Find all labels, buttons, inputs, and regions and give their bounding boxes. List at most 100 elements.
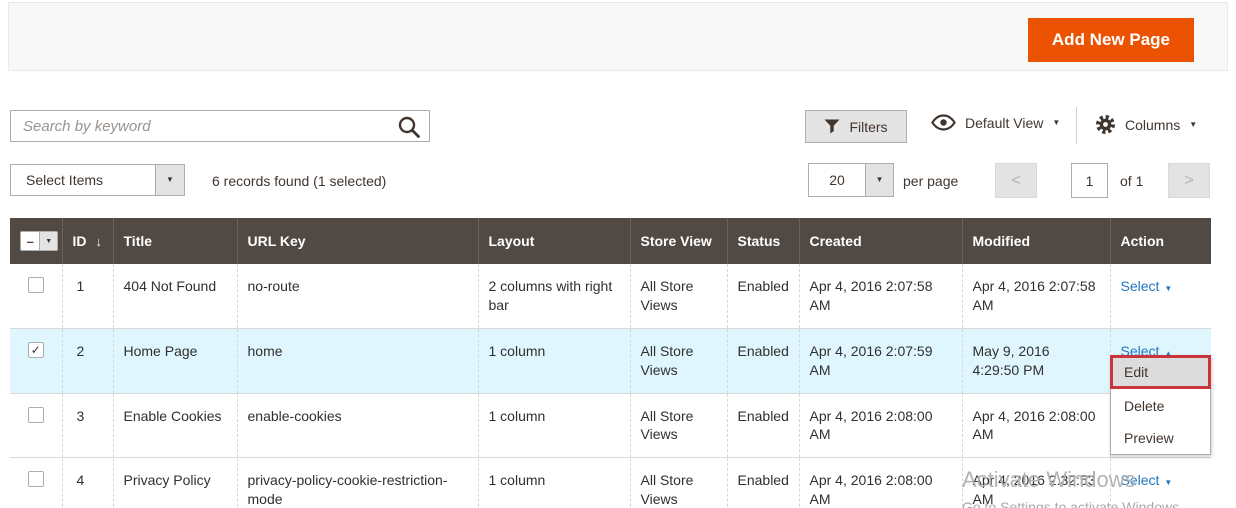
cell-layout: 1 column (478, 393, 630, 458)
add-new-page-button[interactable]: Add New Page (1028, 18, 1194, 62)
records-summary: 6 records found (1 selected) (212, 173, 386, 189)
cell-title: Home Page (113, 328, 237, 393)
column-header-modified[interactable]: Modified (962, 218, 1110, 264)
default-view-dropdown[interactable]: Default View ▼ (931, 114, 1060, 131)
chevron-down-icon: ▼ (1189, 121, 1197, 129)
column-header-created[interactable]: Created (799, 218, 962, 264)
filter-funnel-icon (824, 119, 840, 134)
menu-item-edit[interactable]: Edit (1110, 355, 1211, 389)
cell-id: 3 (62, 393, 113, 458)
cell-title: Privacy Policy (113, 458, 237, 508)
per-page-caret-button[interactable]: ▼ (865, 164, 893, 196)
row-action-select[interactable]: Select (1121, 472, 1160, 488)
per-page-label: per page (903, 173, 958, 189)
cms-pages-table: – ▼ ID↓ Title URL Key Layout Store View … (10, 218, 1211, 508)
cell-url-key: no-route (237, 264, 478, 328)
cell-action: Select ▼ (1110, 458, 1211, 508)
cell-modified: Apr 4, 2016 2:32:53 AM (962, 458, 1110, 508)
per-page-value: 20 (809, 164, 865, 196)
cell-id: 2 (62, 328, 113, 393)
filters-label: Filters (849, 119, 887, 135)
table-row: ✓ 4 Privacy Policy privacy-policy-cookie… (10, 458, 1211, 508)
toolbar-divider (1076, 107, 1077, 144)
cell-url-key: enable-cookies (237, 393, 478, 458)
keyword-search-box (10, 110, 430, 142)
menu-item-preview[interactable]: Preview (1111, 422, 1210, 454)
cell-created: Apr 4, 2016 2:07:59 AM (799, 328, 962, 393)
cell-url-key: home (237, 328, 478, 393)
column-header-status[interactable]: Status (727, 218, 799, 264)
columns-label: Columns (1125, 117, 1180, 133)
cell-layout: 2 columns with right bar (478, 264, 630, 328)
cell-status: Enabled (727, 328, 799, 393)
column-header-layout[interactable]: Layout (478, 218, 630, 264)
per-page-dropdown[interactable]: 20 ▼ (808, 163, 894, 197)
select-items-dropdown[interactable]: Select Items ▼ (10, 164, 185, 196)
chevron-right-icon: > (1184, 172, 1193, 190)
cell-id: 1 (62, 264, 113, 328)
current-page-input[interactable] (1071, 163, 1108, 198)
cell-store-view: All Store Views (630, 393, 727, 458)
columns-dropdown[interactable]: Columns ▼ (1095, 114, 1197, 135)
select-items-caret-button[interactable]: ▼ (155, 165, 184, 195)
eye-icon (931, 114, 956, 131)
cell-store-view: All Store Views (630, 328, 727, 393)
cell-created: Apr 4, 2016 2:07:58 AM (799, 264, 962, 328)
cell-created: Apr 4, 2016 2:08:00 AM (799, 458, 962, 508)
chevron-down-icon: ▼ (1052, 119, 1060, 127)
cell-status: Enabled (727, 393, 799, 458)
cell-store-view: All Store Views (630, 458, 727, 508)
chevron-left-icon: < (1011, 172, 1020, 190)
select-all-caret-button[interactable]: ▼ (39, 232, 57, 250)
column-header-title[interactable]: Title (113, 218, 237, 264)
chevron-down-icon: ▼ (1164, 478, 1172, 487)
select-items-label: Select Items (11, 165, 155, 195)
cell-title: Enable Cookies (113, 393, 237, 458)
row-checkbox[interactable]: ✓ (28, 471, 44, 487)
chevron-down-icon: ▼ (1164, 284, 1172, 293)
cell-status: Enabled (727, 458, 799, 508)
row-action-menu: Edit Delete Preview (1110, 355, 1211, 455)
menu-item-delete[interactable]: Delete (1111, 390, 1210, 422)
select-all-dropdown[interactable]: – ▼ (20, 231, 58, 251)
table-header-row: – ▼ ID↓ Title URL Key Layout Store View … (10, 218, 1211, 264)
chevron-down-icon: ▼ (876, 176, 884, 184)
cell-store-view: All Store Views (630, 264, 727, 328)
cell-modified: May 9, 2016 4:29:50 PM (962, 328, 1110, 393)
cell-modified: Apr 4, 2016 2:08:00 AM (962, 393, 1110, 458)
chevron-down-icon: ▼ (166, 176, 174, 184)
table-row: ✓ 1 404 Not Found no-route 2 columns wit… (10, 264, 1211, 328)
select-all-header-cell: – ▼ (10, 218, 62, 264)
cms-pages-grid-page: Add New Page Filters Default View ▼ (0, 0, 1236, 508)
search-icon[interactable] (397, 115, 421, 139)
search-input[interactable] (11, 111, 429, 141)
cell-url-key: privacy-policy-cookie-restriction-mode (237, 458, 478, 508)
page-total-label: of 1 (1120, 173, 1143, 189)
column-header-id[interactable]: ID↓ (62, 218, 113, 264)
cell-id: 4 (62, 458, 113, 508)
cell-layout: 1 column (478, 328, 630, 393)
sort-descending-icon: ↓ (96, 234, 103, 249)
next-page-button[interactable]: > (1168, 163, 1210, 198)
cell-modified: Apr 4, 2016 2:07:58 AM (962, 264, 1110, 328)
previous-page-button[interactable]: < (995, 163, 1037, 198)
row-checkbox[interactable]: ✓ (28, 342, 44, 358)
filters-button[interactable]: Filters (805, 110, 907, 143)
cell-created: Apr 4, 2016 2:08:00 AM (799, 393, 962, 458)
column-header-action: Action (1110, 218, 1211, 264)
indeterminate-minus-icon: – (21, 232, 39, 250)
row-action-select[interactable]: Select (1121, 278, 1160, 294)
cell-layout: 1 column (478, 458, 630, 508)
cell-title: 404 Not Found (113, 264, 237, 328)
cell-status: Enabled (727, 264, 799, 328)
cell-action: Select ▼ (1110, 264, 1211, 328)
row-checkbox[interactable]: ✓ (28, 407, 44, 423)
table-row: ✓ 2 Home Page home 1 column All Store Vi… (10, 328, 1211, 393)
column-header-url-key[interactable]: URL Key (237, 218, 478, 264)
default-view-label: Default View (965, 115, 1043, 131)
chevron-down-icon: ▼ (45, 238, 52, 245)
table-row: ✓ 3 Enable Cookies enable-cookies 1 colu… (10, 393, 1211, 458)
gear-icon (1095, 114, 1116, 135)
row-checkbox[interactable]: ✓ (28, 277, 44, 293)
column-header-store-view[interactable]: Store View (630, 218, 727, 264)
